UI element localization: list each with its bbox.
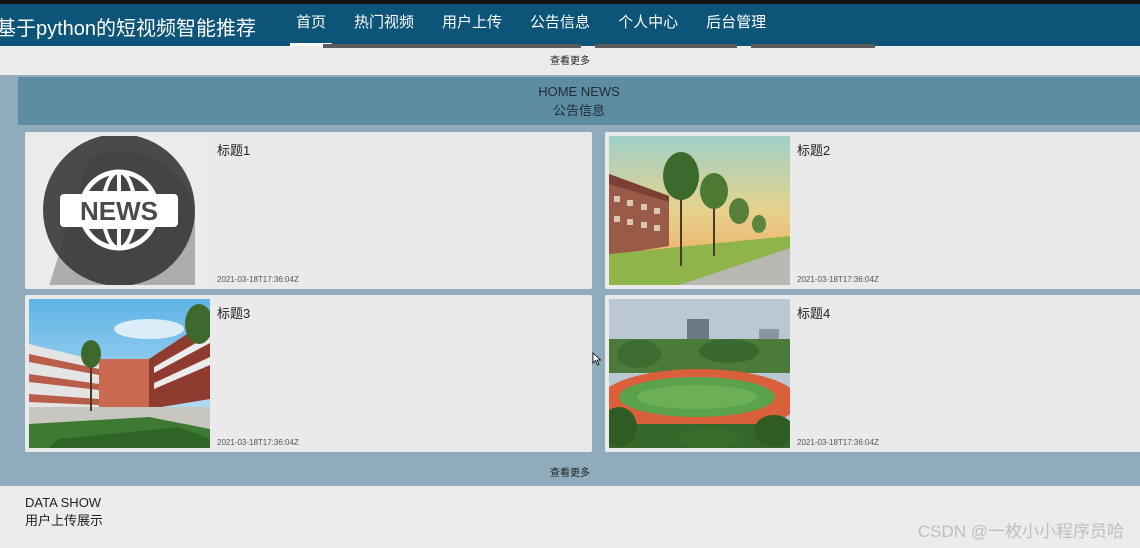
news-card[interactable]: 标题3 2021-03-18T17:36:04Z	[25, 295, 592, 452]
nav-item-user-upload[interactable]: 用户上传	[428, 4, 516, 46]
main-nav: 首页 热门视频 用户上传 公告信息 个人中心 后台管理	[282, 4, 780, 46]
news-title[interactable]: 标题3	[217, 303, 250, 322]
news-section-header: HOME NEWS 公告信息	[18, 77, 1140, 125]
nav-item-home[interactable]: 首页	[282, 4, 340, 46]
sports-field-photo	[609, 299, 790, 448]
navbar: 基于python的短视频智能推荐 首页 热门视频 用户上传 公告信息 个人中心 …	[0, 4, 1140, 46]
news-title[interactable]: 标题1	[217, 140, 250, 159]
news-title[interactable]: 标题2	[797, 140, 830, 159]
news-date: 2021-03-18T17:36:04Z	[797, 438, 879, 447]
news-globe-icon: NEWS	[29, 136, 210, 285]
news-title[interactable]: 标题4	[797, 303, 830, 322]
news-card[interactable]: 标题4 2021-03-18T17:36:04Z	[605, 295, 1140, 452]
nav-item-admin[interactable]: 后台管理	[692, 4, 780, 46]
campus-sunset-photo	[609, 136, 790, 285]
data-show-heading-cn: 用户上传展示	[25, 513, 104, 528]
news-date: 2021-03-18T17:36:04Z	[217, 275, 299, 284]
news-card[interactable]: 标题2 2021-03-18T17:36:04Z	[605, 132, 1140, 289]
campus-courtyard-photo	[29, 299, 210, 448]
news-date: 2021-03-18T17:36:04Z	[797, 275, 879, 284]
site-title: 基于python的短视频智能推荐	[0, 18, 257, 40]
news-section: HOME NEWS 公告信息 NEWS 标题1 2021-03-18T17:36…	[0, 75, 1140, 486]
nav-item-announcements[interactable]: 公告信息	[516, 4, 604, 46]
view-more-videos-link[interactable]: 查看更多	[0, 48, 1140, 75]
news-card[interactable]: NEWS 标题1 2021-03-18T17:36:04Z	[25, 132, 592, 289]
news-heading-en: HOME NEWS	[538, 84, 620, 99]
data-show-header: DATA SHOW 用户上传展示	[25, 494, 103, 530]
view-more-news-link[interactable]: 查看更多	[0, 464, 1140, 479]
news-date: 2021-03-18T17:36:04Z	[217, 438, 299, 447]
csdn-watermark: CSDN @一枚小小程序员哈	[917, 522, 1124, 541]
nav-item-personal-center[interactable]: 个人中心	[604, 4, 692, 46]
nav-item-hot-videos[interactable]: 热门视频	[340, 4, 428, 46]
data-show-heading-en: DATA SHOW	[25, 495, 102, 510]
svg-text:NEWS: NEWS	[80, 196, 158, 226]
mouse-cursor-icon	[592, 352, 602, 366]
news-heading-cn: 公告信息	[552, 103, 605, 118]
